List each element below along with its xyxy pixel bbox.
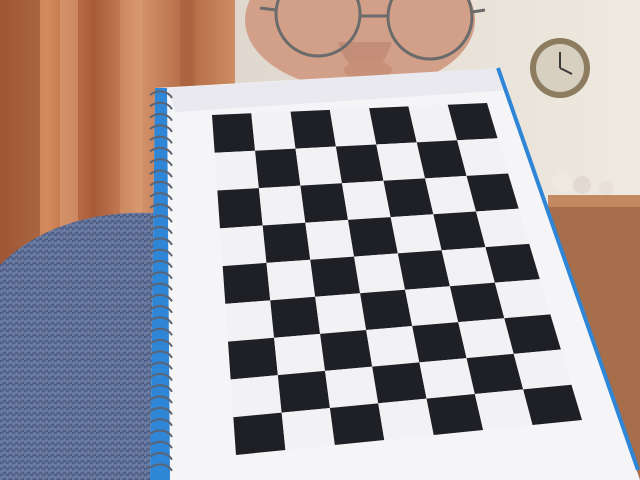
checker-square-dark xyxy=(397,250,450,290)
checker-square-light xyxy=(258,185,306,226)
checker-square-light xyxy=(378,398,434,440)
checker-square-light xyxy=(281,407,335,450)
checker-square-light xyxy=(354,253,406,294)
checker-square-light xyxy=(225,300,275,342)
checker-square-dark xyxy=(270,296,321,338)
checker-square-dark xyxy=(300,183,348,223)
checker-square-dark xyxy=(217,188,263,229)
checker-square-light xyxy=(315,293,367,334)
checker-square-light xyxy=(266,259,316,301)
checker-square-light xyxy=(329,108,377,147)
checker-square-dark xyxy=(222,262,271,304)
checker-square-dark xyxy=(369,106,417,145)
checker-square-light xyxy=(230,375,282,418)
checker-square-dark xyxy=(212,113,256,153)
checker-square-light xyxy=(366,326,420,367)
checker-square-light xyxy=(458,318,514,359)
checker-square-light xyxy=(274,333,326,376)
checker-square-dark xyxy=(329,403,385,445)
checker-square-dark xyxy=(320,329,373,371)
checker-square-dark xyxy=(290,109,336,149)
checker-square-dark xyxy=(262,222,311,263)
checker-square-dark xyxy=(233,412,286,455)
checker-square-dark xyxy=(255,148,301,189)
checker-square-light xyxy=(305,219,355,260)
checker-square-light xyxy=(341,180,391,220)
checker-square-light xyxy=(405,286,459,327)
checker-square-light xyxy=(419,358,475,399)
checker-square-light xyxy=(376,142,426,181)
checker-square-light xyxy=(325,366,379,408)
checker-square-dark xyxy=(360,289,413,330)
checker-square-dark xyxy=(277,370,330,413)
checker-square-dark xyxy=(228,337,278,380)
checker-square-dark xyxy=(466,353,524,395)
checker-square-dark xyxy=(310,256,361,297)
wall-clock xyxy=(530,38,590,98)
checker-square-light xyxy=(295,146,342,186)
checker-square-light xyxy=(251,111,296,151)
checker-square-dark xyxy=(523,384,582,425)
checker-square-dark xyxy=(335,144,384,184)
checker-square-dark xyxy=(383,178,434,218)
checker-square-light xyxy=(220,225,267,267)
checker-square-dark xyxy=(348,217,398,257)
checker-square-light xyxy=(474,389,533,430)
checker-square-light xyxy=(441,247,495,287)
checker-square-dark xyxy=(372,362,427,404)
checker-square-dark xyxy=(449,282,505,323)
checker-square-dark xyxy=(426,394,484,435)
checker-square-light xyxy=(214,150,259,191)
scene xyxy=(0,0,640,480)
checker-square-light xyxy=(390,214,442,254)
checker-square-dark xyxy=(412,322,467,363)
